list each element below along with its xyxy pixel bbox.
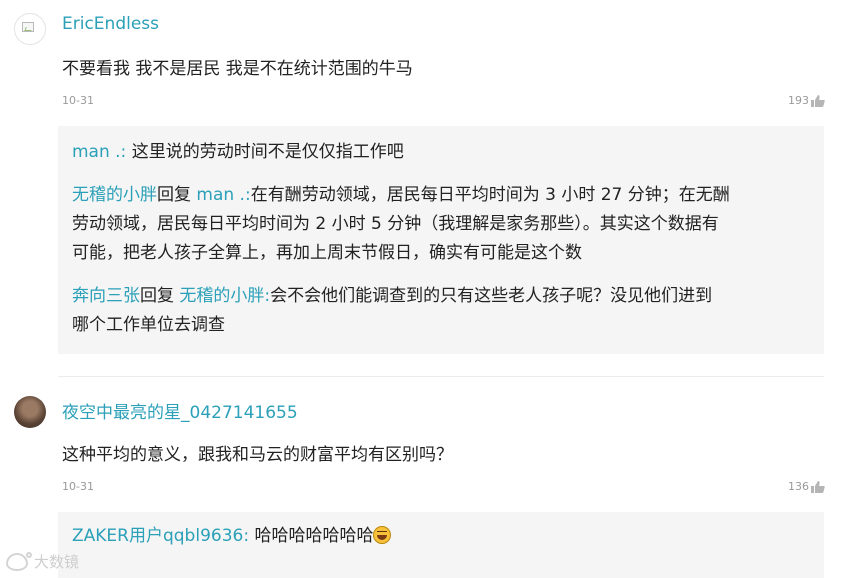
like-count: 136	[788, 480, 809, 493]
reply-verb: 回复	[157, 185, 191, 205]
comment-text: 这种平均的意义，跟我和马云的财富平均有区别吗？	[62, 445, 453, 465]
comment-date: 10-31	[62, 480, 94, 493]
reply-item: 奔向三张回复 无稽的小胖:会不会他们能调查到的只有这些老人孩子呢？没见他们进到	[72, 282, 712, 311]
like-button[interactable]: 136	[788, 480, 825, 493]
comment-text: 不要看我 我不是居民 我是不在统计范围的牛马	[62, 59, 413, 79]
divider	[58, 376, 824, 377]
reply-text-line: 劳动领域，居民每日平均时间为 2 小时 5 分钟（我理解是家务那些）。其实这个数…	[72, 214, 719, 234]
thumbs-up-icon	[811, 480, 825, 493]
reply-text-line: 可能，把老人孩子全算上，再加上周末节假日，确实有可能是这个数	[72, 243, 582, 263]
reply-username[interactable]: ZAKER用户qqbl9636:	[72, 526, 249, 546]
comment-username[interactable]: EricEndless	[62, 14, 159, 34]
broken-image-icon	[22, 22, 34, 32]
reply-text: 这里说的劳动时间不是仅仅指工作吧	[131, 142, 404, 162]
reply-text: 哈哈哈哈哈哈哈	[254, 526, 374, 546]
reply-username[interactable]: man .:	[72, 142, 126, 162]
reply-text-line: 在有酬劳动领域，居民每日平均时间为 3 小时 27 分钟；在无酬	[250, 185, 730, 205]
avatar[interactable]	[14, 396, 46, 428]
like-count: 193	[788, 94, 809, 107]
reply-username[interactable]: 奔向三张	[72, 286, 140, 306]
avatar[interactable]	[14, 13, 46, 45]
watermark-text: 大数镜	[34, 553, 80, 571]
reply-item: 无稽的小胖回复 man .:在有酬劳动领域，居民每日平均时间为 3 小时 27 …	[72, 181, 730, 210]
reply-text-line: 会不会他们能调查到的只有这些老人孩子呢？没见他们进到	[270, 286, 713, 306]
reply-target-username[interactable]: man .:	[196, 185, 250, 205]
reply-verb: 回复	[140, 286, 174, 306]
comment-username[interactable]: 夜空中最亮的星_0427141655	[62, 398, 298, 423]
comment-date: 10-31	[62, 94, 94, 107]
reply-item: ZAKER用户qqbl9636: 哈哈哈哈哈哈哈	[72, 522, 392, 551]
reply-target-username[interactable]: 无稽的小胖:	[179, 286, 270, 306]
reply-thread: man .: 这里说的劳动时间不是仅仅指工作吧 无稽的小胖回复 man .:在有…	[58, 126, 824, 354]
reply-thread: ZAKER用户qqbl9636: 哈哈哈哈哈哈哈	[58, 512, 824, 578]
reply-item: man .: 这里说的劳动时间不是仅仅指工作吧	[72, 138, 404, 167]
like-button[interactable]: 193	[788, 94, 825, 107]
watermark-logo-icon	[6, 551, 32, 571]
watermark: 大数镜	[6, 551, 79, 572]
reply-text-line: 哪个工作单位去调查	[72, 315, 225, 335]
reply-username[interactable]: 无稽的小胖	[72, 185, 157, 205]
thumbs-up-icon	[811, 94, 825, 107]
grinning-sweat-emoji-icon	[373, 526, 392, 544]
